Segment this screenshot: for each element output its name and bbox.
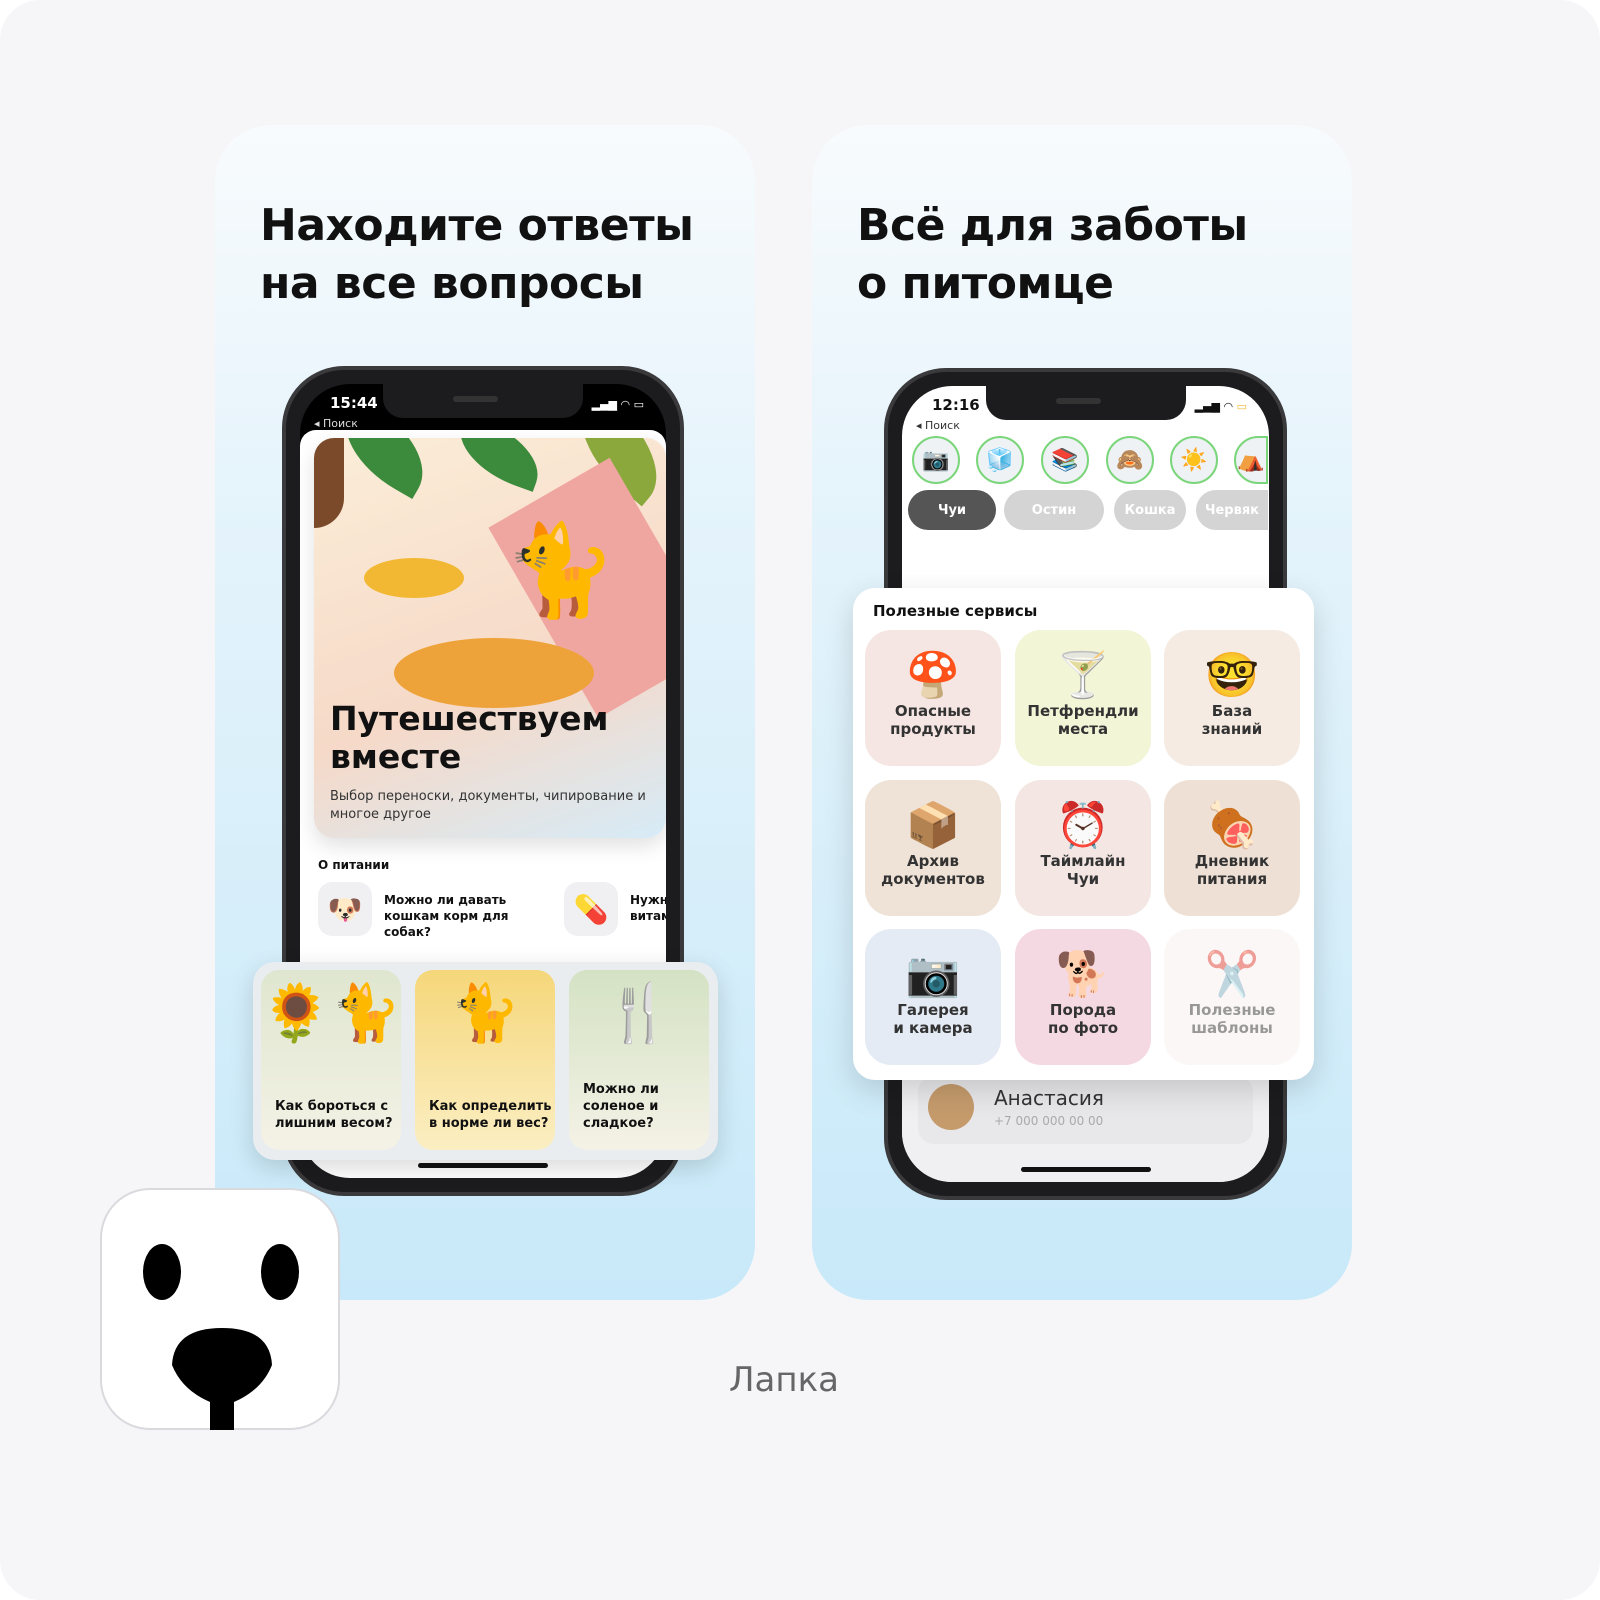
service-food-diary[interactable]: 🍖 Дневник питания <box>1164 780 1300 916</box>
scissors-icon: ✂️ <box>1204 949 1260 1000</box>
nerd-face-icon: 🤓 <box>1204 650 1260 701</box>
section-title: О питании <box>318 858 390 872</box>
alarm-clock-icon: ⏰ <box>1055 800 1111 851</box>
hero-card[interactable]: 🐈 Путешествуем вместе Выбор переноски, до… <box>314 438 666 838</box>
pet-chip-koshka[interactable]: Кошка <box>1114 490 1186 530</box>
notch <box>985 386 1186 420</box>
headline: Всё для заботы о питомце <box>857 200 1248 309</box>
hero-subtitle: Выбор переноски, документы, чипирование … <box>330 789 646 822</box>
service-gallery[interactable]: 📷 Галерея и камера <box>865 929 1001 1065</box>
meat-icon: 🍖 <box>1204 800 1260 851</box>
status-time: 12:16 <box>932 396 980 414</box>
service-petfriendly[interactable]: 🍸 Петфрендли места <box>1015 630 1151 766</box>
dog-icon: 🐕 <box>1055 949 1111 1000</box>
back-link[interactable]: ◂ Поиск <box>916 419 960 432</box>
bowl-illustration <box>364 558 464 598</box>
service-templates[interactable]: ✂️ Полезные шаблоны <box>1164 929 1300 1065</box>
dog-illustration <box>394 638 594 708</box>
service-knowledge-base[interactable]: 🤓 База знаний <box>1164 630 1300 766</box>
story-camera[interactable]: 📷 <box>912 436 960 484</box>
profile-phone: +7 000 000 00 00 <box>994 1114 1104 1128</box>
page: Находите ответы на все вопросы Всё для за… <box>0 0 1600 1600</box>
notch <box>383 384 583 418</box>
status-icons: ▂▄▆ ◠ ▭ <box>1194 400 1247 413</box>
question-item[interactable]: Нужны витам <box>630 892 666 926</box>
service-timeline[interactable]: ⏰ Таймлайн Чуи <box>1015 780 1151 916</box>
avatar <box>928 1084 974 1130</box>
story-sun[interactable]: ☀️ <box>1170 436 1218 484</box>
story-ice[interactable]: 🧊 <box>976 436 1024 484</box>
back-link[interactable]: ◂ Поиск <box>314 417 358 430</box>
pet-chip-chervyak[interactable]: Червяк <box>1196 490 1268 530</box>
package-icon: 📦 <box>905 800 961 851</box>
service-dangerous-food[interactable]: 🍄 Опасные продукты <box>865 630 1001 766</box>
status-icons: ▂▄▆ ◠ ▭ <box>591 398 644 411</box>
service-documents[interactable]: 📦 Архив документов <box>865 780 1001 916</box>
cat-illustration: 🐈 <box>504 518 617 623</box>
pet-chip-chui[interactable]: Чуи <box>908 490 996 530</box>
question-item[interactable]: Можно ли давать кошкам корм для собак? <box>384 892 554 940</box>
pill-icon: 💊 <box>564 882 618 936</box>
profile-row[interactable]: Анастасия +7 000 000 00 00 <box>918 1076 1253 1144</box>
service-breed-by-photo[interactable]: 🐕 Порода по фото <box>1015 929 1151 1065</box>
services-title: Полезные сервисы <box>873 602 1038 620</box>
article-tile[interactable]: 🍴 Можно ли соленое и сладкое? <box>569 970 709 1150</box>
hero-title: Путешествуем вместе <box>330 699 609 776</box>
status-time: 15:44 <box>330 394 378 412</box>
pet-chip-ostin[interactable]: Остин <box>1004 490 1104 530</box>
mushroom-icon: 🍄 <box>905 650 961 701</box>
article-tile[interactable]: 🐈 Как определить в норме ли вес? <box>415 970 555 1150</box>
headline: Находите ответы на все вопросы <box>260 200 694 309</box>
article-tile[interactable]: 🌻🐈 Как бороться с лишним весом? <box>261 970 401 1150</box>
dog-face-icon: 🐶 <box>318 882 372 936</box>
app-name: Лапка <box>728 1360 839 1400</box>
article-tiles: 🌻🐈 Как бороться с лишним весом? 🐈 Как опре… <box>253 962 718 1160</box>
story-monkey[interactable]: 🙈 <box>1106 436 1154 484</box>
story-books[interactable]: 📚 <box>1041 436 1089 484</box>
cocktail-icon: 🍸 <box>1055 650 1111 701</box>
profile-name: Анастасия <box>994 1086 1104 1110</box>
camera-icon: 📷 <box>905 949 961 1000</box>
services-panel: Полезные сервисы 🍄 Опасные продукты 🍸 Петфр… <box>853 588 1314 1080</box>
